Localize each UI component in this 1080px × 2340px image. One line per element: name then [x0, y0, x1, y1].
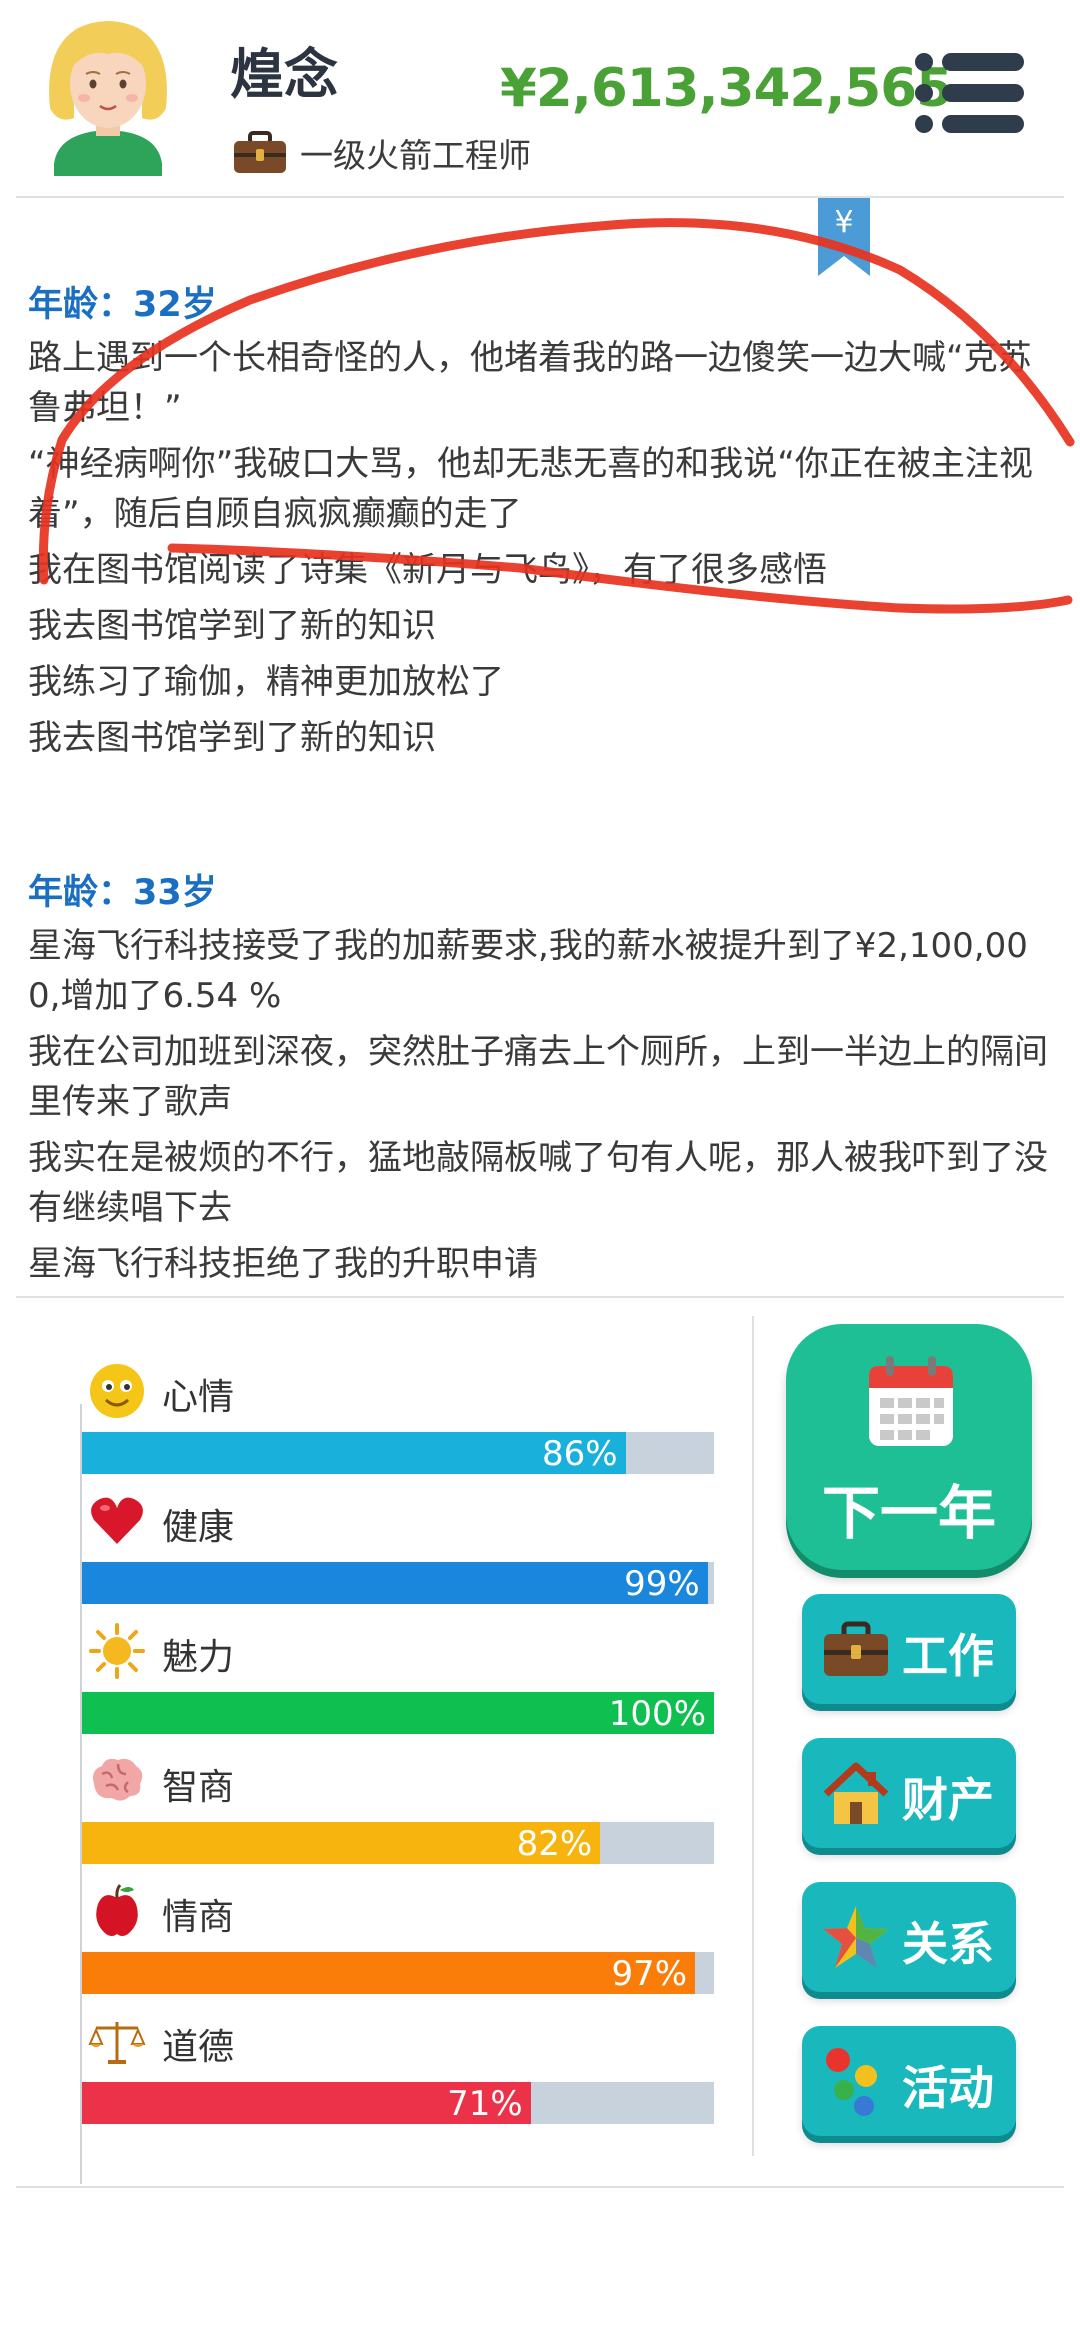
player-avatar-icon[interactable] — [38, 14, 178, 176]
stat-bar-fill: 97% — [82, 1952, 696, 1994]
age-heading: 年龄：33岁 — [28, 873, 217, 913]
smiley-icon — [90, 1364, 144, 1418]
stat-bar-track: 97% — [82, 1952, 714, 1994]
heart-icon — [91, 1497, 143, 1544]
stat-value: 99% — [624, 1564, 700, 1604]
stats-divider — [16, 1296, 1064, 1298]
log-event: 我实在是被烦的不行，猛地敲隔板喊了句有人呢，那人被我吓到了没有继续唱下去 — [28, 1138, 1048, 1228]
stat-bar-track: 86% — [82, 1432, 714, 1474]
stat-label: 健康 — [162, 1507, 235, 1548]
dots-cluster-icon — [826, 2048, 877, 2116]
panel-divider — [752, 1316, 754, 2156]
log-event: “神经病啊你”我破口大骂，他却无悲无喜的和我说“你正在被主注视着”，随后自顾自疯… — [28, 444, 1033, 534]
footer-divider — [16, 2186, 1064, 2188]
sun-icon — [89, 1623, 145, 1679]
apple-icon — [96, 1884, 138, 1936]
log-event: 路上遇到一个长相奇怪的人，他堵着我的路一边傻笑一边大喊“克苏鲁弗坦！” — [28, 338, 1032, 428]
stat-bar-fill: 82% — [82, 1822, 601, 1864]
stat-bar-fill: 100% — [82, 1692, 714, 1734]
property-button[interactable]: 财产 — [802, 1738, 1016, 1848]
yen-bookmark-icon[interactable]: ¥ — [818, 198, 870, 276]
briefcase-icon — [824, 1621, 888, 1676]
stat-bar-fill: 71% — [82, 2082, 531, 2124]
menu-icon[interactable] — [914, 52, 1026, 134]
stat-health: 健康 99% — [80, 1492, 714, 1604]
relations-label: 关系 — [902, 1917, 994, 1971]
log-event: 我去图书馆学到了新的知识 — [28, 606, 436, 646]
money-balance: ¥2,613,342,565 — [500, 58, 953, 119]
log-event: 我在图书馆阅读了诗集《新月与飞鸟》，有了很多感悟 — [28, 550, 827, 590]
stat-value: 86% — [541, 1434, 618, 1474]
brain-icon — [93, 1758, 143, 1801]
work-label: 工作 — [902, 1629, 994, 1683]
log-event: 我去图书馆学到了新的知识 — [28, 718, 436, 758]
work-button[interactable]: 工作 — [802, 1594, 1016, 1704]
stat-intelligence: 智商 82% — [80, 1752, 714, 1864]
stat-value: 100% — [608, 1694, 706, 1734]
log-block-age-33: 年龄：33岁 星海飞行科技接受了我的加薪要求,我的薪水被提升到了¥2,100,0… — [28, 864, 1058, 1295]
age-heading: 年龄：32岁 — [28, 285, 217, 325]
stat-bar-track: 99% — [82, 1562, 714, 1604]
relations-button[interactable]: 关系 — [802, 1882, 1016, 1992]
activities-label: 活动 — [902, 2061, 994, 2115]
stat-label: 魅力 — [162, 1637, 235, 1678]
stat-bar-track: 82% — [82, 1822, 714, 1864]
job-row: 一级火箭工程师 — [232, 128, 531, 178]
stat-mood: 心情 86% — [80, 1362, 714, 1474]
stat-value: 71% — [447, 2084, 523, 2124]
log-event: 星海飞行科技拒绝了我的升职申请 — [28, 1244, 538, 1284]
stat-bar-fill: 99% — [82, 1562, 708, 1604]
stat-charm: 魅力 100% — [80, 1622, 714, 1734]
next-year-label: 下一年 — [821, 1479, 996, 1547]
stat-value: 82% — [516, 1824, 593, 1864]
stat-label: 情商 — [162, 1897, 235, 1938]
log-block-age-32: 年龄：32岁 路上遇到一个长相奇怪的人，他堵着我的路一边傻笑一边大喊“克苏鲁弗坦… — [28, 276, 1058, 769]
activities-button[interactable]: 活动 — [802, 2026, 1016, 2136]
house-icon — [823, 1762, 889, 1824]
stat-bar-track: 71% — [82, 2082, 714, 2124]
header-divider — [16, 196, 1064, 198]
briefcase-icon — [234, 131, 286, 173]
calendar-icon — [869, 1356, 953, 1446]
stat-morality: 道德 71% — [80, 2012, 714, 2124]
stat-label: 智商 — [162, 1767, 235, 1808]
player-name: 煌念 — [230, 43, 338, 106]
ribbon-symbol: ¥ — [834, 205, 853, 240]
stat-bar-fill: 86% — [82, 1432, 626, 1474]
stat-label: 道德 — [162, 2027, 235, 2068]
stat-eq: 情商 97% — [80, 1882, 714, 1994]
stat-value: 97% — [611, 1954, 688, 1994]
log-event: 星海飞行科技接受了我的加薪要求,我的薪水被提升到了¥2,100,000,增加了6… — [28, 926, 1028, 1016]
log-event: 我练习了瑜伽，精神更加放松了 — [28, 662, 504, 702]
stat-bar-track: 100% — [82, 1692, 714, 1734]
next-year-button[interactable]: 下一年 — [786, 1324, 1032, 1570]
scales-icon — [88, 2022, 146, 2064]
job-title: 一级火箭工程师 — [300, 136, 531, 175]
log-event: 我在公司加班到深夜，突然肚子痛去上个厕所，上到一半边上的隔间里传来了歌声 — [28, 1032, 1048, 1122]
star-icon — [823, 1906, 889, 1968]
stat-label: 心情 — [162, 1377, 235, 1418]
property-label: 财产 — [902, 1773, 994, 1827]
